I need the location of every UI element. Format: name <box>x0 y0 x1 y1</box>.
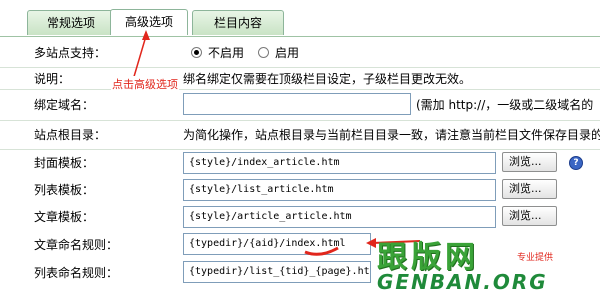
watermark-logo: 跟版网 专业提供 GENBAN.ORG <box>377 232 597 297</box>
tab-arrow-head <box>142 30 150 40</box>
tab-arrow-line <box>132 35 147 81</box>
naming-arrow-head <box>366 238 376 248</box>
watermark-small: 专业提供 <box>517 253 554 263</box>
watermark-en: GENBAN.ORG <box>377 270 548 294</box>
annotation-click-advanced: 点击高级选项 <box>111 76 179 92</box>
underline-mark <box>304 246 339 256</box>
